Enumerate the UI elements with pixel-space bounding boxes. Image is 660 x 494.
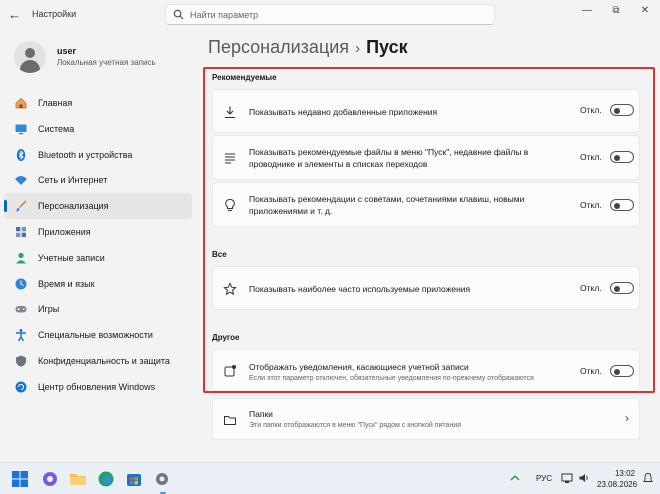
sidebar-item-bluetooth[interactable]: Bluetooth и устройства xyxy=(4,142,192,168)
apps-icon xyxy=(16,226,26,237)
file-explorer-icon[interactable] xyxy=(68,469,88,489)
update-icon xyxy=(15,381,27,393)
sidebar-item-accessibility[interactable]: Специальные возможности xyxy=(4,322,192,348)
sidebar-item-privacy[interactable]: Конфиденциальность и защита xyxy=(4,348,192,374)
setting-sublabel: Эти папки отображаются в меню "Пуск" ряд… xyxy=(249,422,462,429)
date: 23.08.2026 xyxy=(597,480,638,489)
edge-icon[interactable] xyxy=(96,469,116,489)
home-icon xyxy=(15,97,27,109)
sidebar-nav: Главная Система Bluetooth и устройства С… xyxy=(4,90,192,400)
volume-icon[interactable] xyxy=(578,472,590,484)
chevron-right-icon: › xyxy=(625,411,629,425)
clock[interactable]: 13:02 23.08.2026 xyxy=(597,468,638,490)
search-input[interactable]: Найти параметр xyxy=(165,4,495,25)
network-icon[interactable] xyxy=(561,472,573,484)
shield-icon xyxy=(16,355,26,367)
search-placeholder: Найти параметр xyxy=(190,10,259,20)
breadcrumb: Персонализация › Пуск xyxy=(208,37,408,58)
setting-label: Папки xyxy=(249,409,273,419)
back-arrow-icon[interactable]: ← xyxy=(8,8,24,22)
monitor-icon xyxy=(15,124,27,134)
avatar[interactable] xyxy=(14,41,46,73)
search-icon xyxy=(173,9,184,20)
globe-clock-icon xyxy=(15,278,27,290)
store-icon[interactable] xyxy=(124,469,144,489)
maximize-button[interactable]: ⧉ xyxy=(607,4,625,18)
settings-window: ← Настройки Найти параметр — ⧉ ✕ user Ло… xyxy=(0,0,660,462)
account-type: Локальная учетная запись xyxy=(57,58,156,67)
sidebar-item-home[interactable]: Главная xyxy=(4,90,192,116)
brush-icon xyxy=(16,200,27,212)
setting-card-folders[interactable]: Папки Эти папки отображаются в меню "Пус… xyxy=(212,398,640,440)
title-bar: ← Настройки Найти параметр — ⧉ ✕ xyxy=(0,0,660,30)
app-title: Настройки xyxy=(32,9,77,19)
sidebar-item-network[interactable]: Сеть и Интернет xyxy=(4,167,192,193)
time: 13:02 xyxy=(614,469,635,478)
sidebar-item-system[interactable]: Система xyxy=(4,116,192,142)
language-indicator[interactable]: РУС xyxy=(536,474,552,483)
wifi-icon xyxy=(15,176,27,186)
sidebar-item-personalization[interactable]: Персонализация xyxy=(4,193,192,219)
folder-icon xyxy=(224,416,236,425)
person-icon xyxy=(16,252,26,264)
sidebar-item-windows-update[interactable]: Центр обновления Windows xyxy=(4,374,192,400)
gamepad-icon xyxy=(15,306,27,313)
bluetooth-icon xyxy=(16,148,26,161)
chevron-up-icon[interactable] xyxy=(508,471,522,485)
sidebar-item-gaming[interactable]: Игры xyxy=(4,296,192,322)
notification-bell-icon[interactable] xyxy=(642,472,654,484)
taskbar: РУС 13:02 23.08.2026 xyxy=(0,462,660,494)
sidebar-item-time-language[interactable]: Время и язык xyxy=(4,271,192,297)
page-title: Пуск xyxy=(366,37,408,57)
settings-gear-icon[interactable] xyxy=(152,469,172,489)
sidebar-item-accounts[interactable]: Учетные записи xyxy=(4,245,192,271)
sidebar-item-apps[interactable]: Приложения xyxy=(4,219,192,245)
user-name: user xyxy=(57,46,77,56)
breadcrumb-separator: › xyxy=(355,40,361,57)
accessibility-icon xyxy=(16,329,26,342)
minimize-button[interactable]: — xyxy=(578,4,596,18)
active-indicator xyxy=(4,200,7,213)
highlight-frame xyxy=(203,67,655,393)
copilot-icon[interactable] xyxy=(40,469,60,489)
breadcrumb-parent[interactable]: Персонализация xyxy=(208,37,349,57)
start-icon[interactable] xyxy=(10,469,30,489)
close-button[interactable]: ✕ xyxy=(636,4,654,18)
